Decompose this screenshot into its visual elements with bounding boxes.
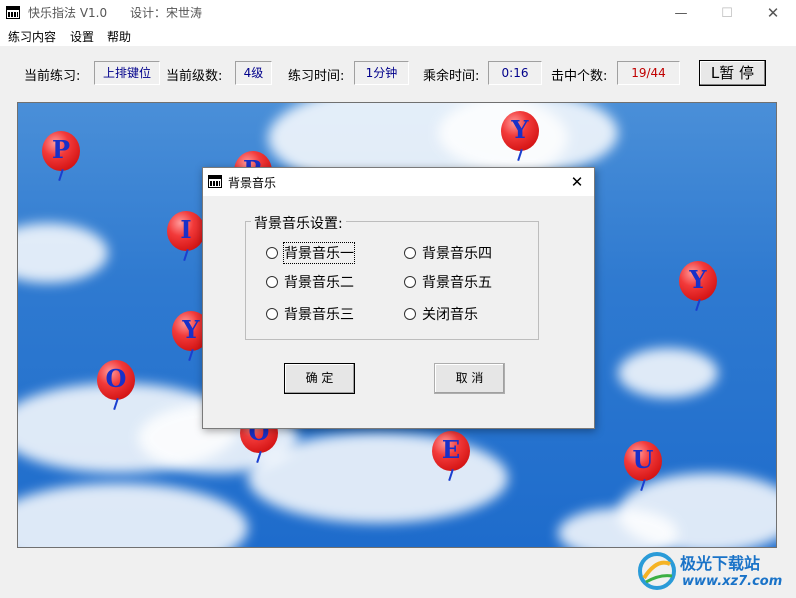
radio-music-off[interactable]: 关闭音乐 <box>404 304 478 324</box>
remaining-time-label: 乘余时间: <box>423 69 480 84</box>
radio-circle[interactable] <box>404 308 416 320</box>
close-button[interactable]: ✕ <box>750 0 796 26</box>
current-level-value: 4级 <box>235 61 272 85</box>
cloud <box>18 223 108 283</box>
cancel-button[interactable]: 取 消 <box>434 363 505 394</box>
menu-practice-content[interactable]: 练习内容 <box>8 28 56 45</box>
menu-settings[interactable]: 设置 <box>70 28 94 45</box>
radio-music-3[interactable]: 背景音乐三 <box>266 304 354 324</box>
dialog-close-button[interactable]: ✕ <box>560 168 594 196</box>
watermark-url: www.xz7.com <box>682 574 783 589</box>
watermark: 极光下载站 www.xz7.com <box>636 548 796 596</box>
balloon: I <box>167 211 205 262</box>
hits-value: 19/44 <box>617 61 680 85</box>
balloon-letter: E <box>441 435 461 464</box>
radio-label: 背景音乐四 <box>422 246 492 262</box>
ok-button[interactable]: 确 定 <box>284 363 355 394</box>
minimize-button[interactable]: — <box>658 0 704 26</box>
practice-time-value: 1分钟 <box>354 61 409 85</box>
radio-circle[interactable] <box>266 247 278 259</box>
balloon-letter: Y <box>689 265 707 294</box>
radio-circle[interactable] <box>266 276 278 288</box>
radio-circle[interactable] <box>266 308 278 320</box>
balloon: P <box>42 131 80 182</box>
radio-label: 背景音乐一 <box>283 242 355 264</box>
balloon-letter: O <box>105 364 127 393</box>
hits-label: 击中个数: <box>551 69 608 84</box>
maximize-button[interactable]: ☐ <box>704 0 750 26</box>
balloon: O <box>97 360 135 411</box>
radio-label: 背景音乐五 <box>422 275 492 291</box>
balloon: Y <box>679 261 717 312</box>
radio-label: 关闭音乐 <box>422 307 478 323</box>
radio-label: 背景音乐二 <box>284 275 354 291</box>
radio-circle[interactable] <box>404 247 416 259</box>
balloon-letter: I <box>180 215 192 244</box>
balloon: U <box>624 441 662 492</box>
watermark-logo-icon <box>638 552 676 590</box>
pause-button[interactable]: L暂 停 <box>699 60 766 86</box>
cloud <box>618 348 718 398</box>
radio-music-1[interactable]: 背景音乐一 <box>266 242 355 264</box>
balloon: Y <box>501 111 539 162</box>
app-icon <box>6 6 20 19</box>
balloon-letter: P <box>51 135 71 164</box>
status-row: 当前练习: 上排键位 当前级数: 4级 练习时间: 1分钟 乘余时间: 0:16… <box>0 58 796 88</box>
balloon-letter: U <box>632 445 654 474</box>
radio-music-5[interactable]: 背景音乐五 <box>404 272 492 292</box>
remaining-time-value: 0:16 <box>488 61 542 85</box>
cloud <box>18 483 248 547</box>
dialog-title-bar: 背景音乐 ✕ <box>203 168 594 196</box>
group-label: 背景音乐设置: <box>251 213 346 233</box>
background-music-dialog: 背景音乐 ✕ 背景音乐设置: 背景音乐一 背景音乐二 背景音乐三 背景音乐四 背… <box>202 167 595 429</box>
balloon-letter: Y <box>511 115 529 144</box>
current-practice-label: 当前练习: <box>24 69 81 84</box>
dialog-icon <box>208 175 222 188</box>
balloon: E <box>432 431 470 482</box>
menu-help[interactable]: 帮助 <box>107 28 131 45</box>
dialog-title: 背景音乐 <box>228 176 277 190</box>
window-title: 快乐指法 V1.0 设计：宋世涛 <box>28 6 202 20</box>
radio-label: 背景音乐三 <box>284 307 354 323</box>
practice-time-label: 练习时间: <box>288 69 345 84</box>
watermark-brand: 极光下载站 <box>680 554 761 573</box>
radio-music-2[interactable]: 背景音乐二 <box>266 272 354 292</box>
title-bar: 快乐指法 V1.0 设计：宋世涛 — ☐ ✕ <box>0 0 796 26</box>
menu-bar: 练习内容 设置 帮助 <box>0 26 796 46</box>
current-level-label: 当前级数: <box>166 69 223 84</box>
radio-circle[interactable] <box>404 276 416 288</box>
radio-music-4[interactable]: 背景音乐四 <box>404 243 492 263</box>
current-practice-value: 上排键位 <box>94 61 160 85</box>
music-settings-group: 背景音乐设置: 背景音乐一 背景音乐二 背景音乐三 背景音乐四 背景音乐五 关闭… <box>245 213 539 340</box>
